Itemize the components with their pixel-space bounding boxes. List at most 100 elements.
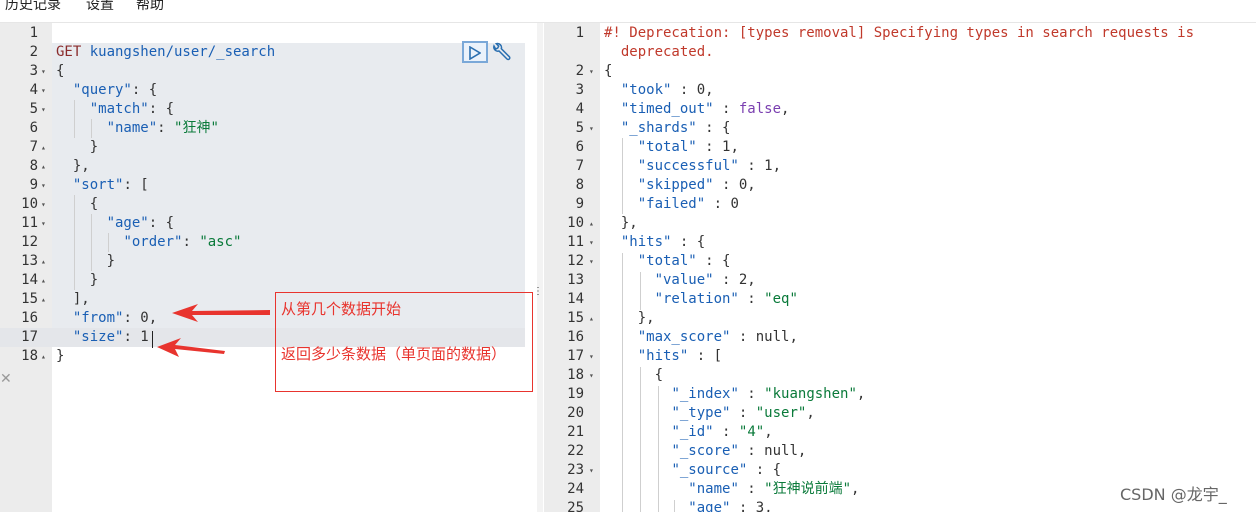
code-token: deprecated.	[604, 44, 714, 60]
code-token: : [	[688, 348, 723, 364]
run-request-button[interactable]	[462, 41, 488, 63]
code-token: :	[713, 101, 739, 117]
code-line: "value" : 2,	[604, 271, 756, 290]
code-token: : 1,	[696, 139, 739, 155]
code-token: }	[56, 348, 65, 364]
code-token: "order"	[123, 234, 183, 250]
code-token: : 1,	[738, 158, 782, 174]
fold-expanded-icon[interactable]: ▾	[589, 252, 594, 271]
code-line: {	[56, 62, 64, 81]
menu-item-help[interactable]: 帮助	[136, 0, 164, 14]
fold-collapse-icon[interactable]: ▴	[41, 290, 46, 309]
fold-expanded-icon[interactable]: ▾	[589, 233, 594, 252]
line-number: 18	[21, 348, 38, 364]
resize-handle-icon[interactable]: ⋮	[533, 287, 543, 297]
code-token: "asc"	[199, 234, 242, 250]
code-line: "size": 1	[56, 328, 149, 347]
from-annotation: 从第几个数据开始	[281, 300, 402, 318]
line-number: 10	[21, 196, 38, 212]
code-token: "timed_out"	[620, 101, 714, 117]
request-editor[interactable]: 1 2 GET kuangshen/user/_search 3 ▾{4 ▾ "query…	[0, 23, 544, 512]
code-token: "eq"	[764, 291, 798, 307]
code-line: "took" : 0,	[604, 81, 714, 100]
code-token: "took"	[620, 82, 672, 98]
code-token: :	[713, 424, 739, 440]
menu-item-history[interactable]: 历史记录	[5, 0, 61, 14]
fold-expanded-icon[interactable]: ▾	[41, 176, 46, 195]
code-token: : {	[747, 462, 782, 478]
code-token: "size"	[72, 329, 124, 345]
code-token: ,	[856, 386, 866, 402]
indent-guide	[622, 138, 623, 214]
code-line: "name" : "狂神说前端",	[604, 480, 859, 499]
line-number: 19	[567, 386, 584, 402]
code-token: : {	[696, 120, 731, 136]
fold-collapse-icon[interactable]: ▴	[41, 138, 46, 157]
selection-highlight	[52, 195, 525, 214]
fold-collapse-icon[interactable]: ▴	[589, 309, 594, 328]
fold-expanded-icon[interactable]: ▾	[41, 62, 46, 81]
wrench-icon[interactable]	[490, 42, 512, 64]
fold-expanded-icon[interactable]: ▾	[41, 195, 46, 214]
line-number: 11	[21, 215, 38, 231]
code-token: "skipped"	[637, 177, 714, 193]
fold-expanded-icon[interactable]: ▾	[41, 81, 46, 100]
line-number: 14	[567, 291, 584, 307]
fold-expanded-icon[interactable]: ▾	[589, 461, 594, 480]
indent-guide	[91, 119, 92, 138]
size-annotation: 返回多少条数据（单页面的数据）	[281, 345, 507, 363]
code-token: : 0,	[713, 177, 756, 193]
fold-collapse-icon[interactable]: ▴	[41, 157, 46, 176]
line-number: 13	[21, 253, 38, 269]
menu-item-settings[interactable]: 设置	[86, 0, 114, 14]
code-token: "relation"	[654, 291, 739, 307]
code-token: : 3,	[730, 500, 773, 512]
fold-expanded-icon[interactable]: ▾	[589, 366, 594, 385]
fold-collapse-icon[interactable]: ▴	[41, 252, 46, 271]
code-line: ],	[56, 290, 90, 309]
fold-expanded-icon[interactable]: ▾	[589, 347, 594, 366]
code-token: : {	[148, 101, 175, 117]
close-icon[interactable]: ✕	[0, 371, 12, 387]
line-number: 20	[567, 405, 584, 421]
code-token: : 0,	[671, 82, 714, 98]
fold-expanded-icon[interactable]: ▾	[589, 119, 594, 138]
fold-expanded-icon[interactable]: ▾	[589, 62, 594, 81]
line-number: 9	[575, 196, 584, 212]
code-token: : 0,	[123, 310, 158, 326]
fold-expanded-icon[interactable]: ▾	[41, 100, 46, 119]
code-line: },	[604, 309, 655, 328]
code-line: "from": 0,	[56, 309, 157, 328]
fold-collapse-icon[interactable]: ▴	[41, 347, 46, 366]
text-caret	[152, 331, 153, 348]
code-token: "_shards"	[620, 120, 697, 136]
fold-collapse-icon[interactable]: ▴	[41, 271, 46, 290]
pane-divider[interactable]	[537, 23, 543, 512]
code-token: : {	[671, 234, 706, 250]
code-token: "age"	[688, 500, 731, 512]
fold-collapse-icon[interactable]: ▴	[589, 214, 594, 233]
line-number: 10	[567, 215, 584, 231]
code-line: "skipped" : 0,	[604, 176, 756, 195]
fold-expanded-icon[interactable]: ▾	[41, 214, 46, 233]
code-token: "_index"	[671, 386, 739, 402]
indent-guide	[74, 100, 75, 138]
code-line: }	[56, 271, 98, 290]
code-token: }	[56, 253, 116, 269]
line-number: 8	[575, 177, 584, 193]
code-token: : {	[696, 253, 731, 269]
